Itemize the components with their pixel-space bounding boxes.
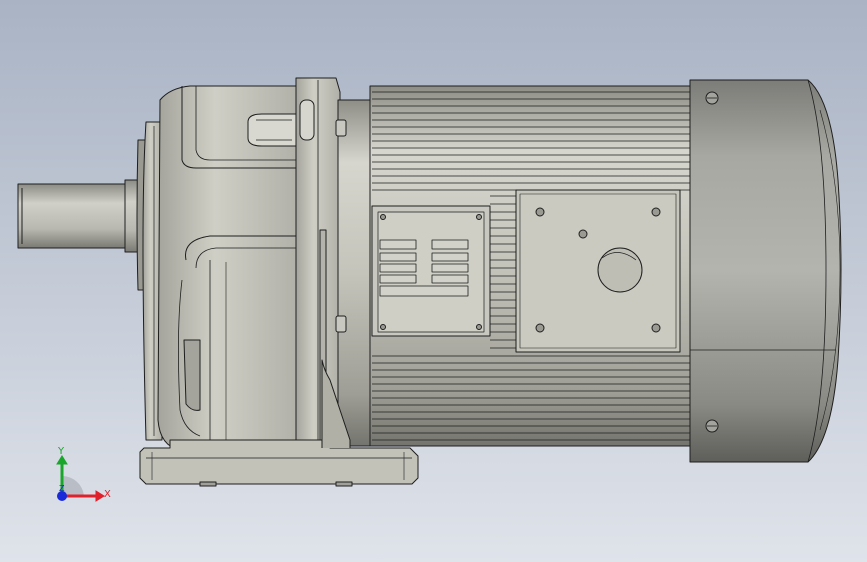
3d-viewport[interactable]: X Y Z <box>0 0 867 562</box>
output-shaft[interactable] <box>17 179 142 253</box>
triad-x-label: X <box>104 489 111 500</box>
fan-cover <box>689 79 842 463</box>
motor-adapter <box>335 99 373 447</box>
triad-z-label: Z <box>59 484 65 493</box>
terminal-box <box>515 189 681 353</box>
model-scene[interactable]: X Y Z <box>0 0 867 562</box>
triad-y-label: Y <box>57 446 65 457</box>
nameplate <box>371 205 491 337</box>
gearbox-housing <box>157 85 301 451</box>
